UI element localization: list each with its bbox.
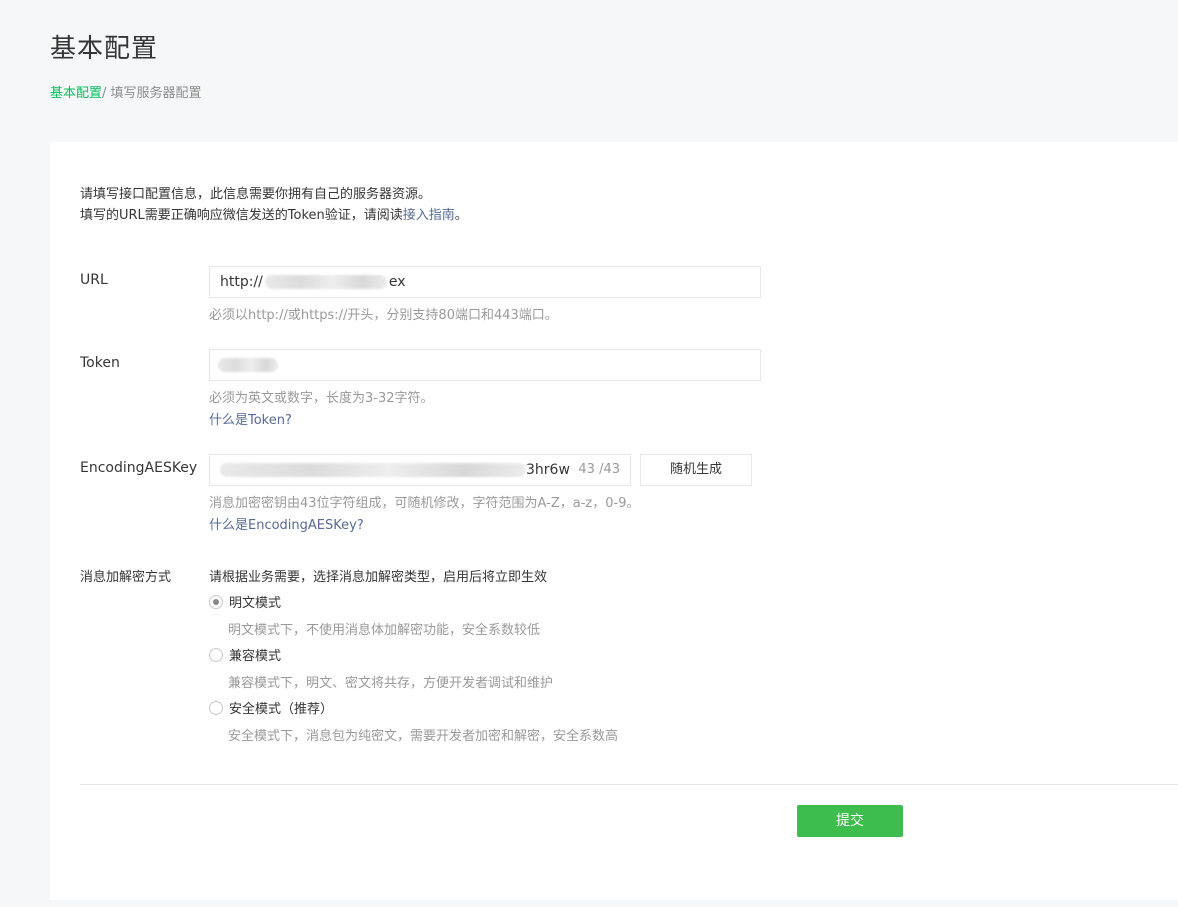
encryption-mode-label: 消息加解密方式 <box>80 570 172 585</box>
url-redacted <box>264 275 387 289</box>
server-config-card: 请填写接口配置信息，此信息需要你拥有自己的服务器资源。 填写的URL需要正确响应… <box>50 142 1178 900</box>
intro-line-2: 填写的URL需要正确响应微信发送的Token验证，请阅读接入指南。 <box>80 205 468 226</box>
url-hint: 必须以http://或https://开头，分别支持80端口和443端口。 <box>209 308 558 323</box>
aes-key-label: EncodingAESKey <box>80 460 198 476</box>
url-input[interactable]: http:// ex <box>209 266 761 298</box>
intro-line-1: 请填写接口配置信息，此信息需要你拥有自己的服务器资源。 <box>80 187 432 202</box>
secure-mode-description: 安全模式下，消息包为纯密文，需要开发者加密和解密，安全系数高 <box>228 729 619 744</box>
intro-line-2-text: 填写的URL需要正确响应微信发送的Token验证，请阅读 <box>80 208 403 223</box>
token-label: Token <box>80 355 120 371</box>
intro-text: 请填写接口配置信息，此信息需要你拥有自己的服务器资源。 填写的URL需要正确响应… <box>80 184 468 226</box>
radio-unchecked-icon[interactable] <box>209 700 223 715</box>
radio-plaintext-mode[interactable]: 明文模式 <box>209 592 281 611</box>
token-redacted <box>218 358 278 372</box>
intro-line-2-end: 。 <box>454 208 468 223</box>
aes-key-char-count: 43 /43 <box>578 462 620 477</box>
aes-key-redacted <box>220 463 526 477</box>
radio-label-compatible: 兼容模式 <box>229 649 282 664</box>
url-value-prefix: http:// <box>220 274 263 290</box>
breadcrumb: 基本配置/ 填写服务器配置 <box>50 82 202 101</box>
aes-key-input[interactable]: 3hr6w 43 /43 <box>209 454 631 486</box>
radio-compatible-mode[interactable]: 兼容模式 <box>209 645 281 664</box>
breadcrumb-link-basic-config[interactable]: 基本配置 <box>50 86 102 101</box>
encryption-mode-description: 请根据业务需要，选择消息加解密类型，启用后将立即生效 <box>209 570 548 585</box>
radio-secure-mode[interactable]: 安全模式（推荐） <box>209 698 333 717</box>
divider <box>80 784 1178 785</box>
radio-label-secure: 安全模式（推荐） <box>229 702 334 717</box>
url-value-suffix: ex <box>388 274 406 290</box>
aes-key-value-suffix: 3hr6w <box>526 462 570 478</box>
compatible-mode-description: 兼容模式下，明文、密文将共存，方便开发者调试和维护 <box>228 676 554 691</box>
radio-checked-icon[interactable] <box>209 594 223 609</box>
radio-label-plaintext: 明文模式 <box>229 596 282 611</box>
page-title: 基本配置 <box>50 34 159 64</box>
aes-key-hint: 消息加密密钥由43位字符组成，可随机修改，字符范围为A-Z，a-z，0-9。 <box>209 496 640 511</box>
plaintext-mode-description: 明文模式下，不使用消息体加解密功能，安全系数较低 <box>228 623 541 638</box>
random-generate-button[interactable]: 随机生成 <box>640 454 752 486</box>
what-is-token-link[interactable]: 什么是Token? <box>209 409 292 428</box>
url-label: URL <box>80 272 108 288</box>
breadcrumb-current: 填写服务器配置 <box>110 86 202 101</box>
what-is-aes-key-link[interactable]: 什么是EncodingAESKey? <box>209 514 364 533</box>
token-hint: 必须为英文或数字，长度为3-32字符。 <box>209 391 434 406</box>
breadcrumb-separator: / <box>102 86 111 101</box>
radio-unchecked-icon[interactable] <box>209 647 223 662</box>
submit-button[interactable]: 提交 <box>797 805 903 837</box>
token-input[interactable] <box>209 349 761 381</box>
access-guide-link[interactable]: 接入指南 <box>403 208 455 223</box>
